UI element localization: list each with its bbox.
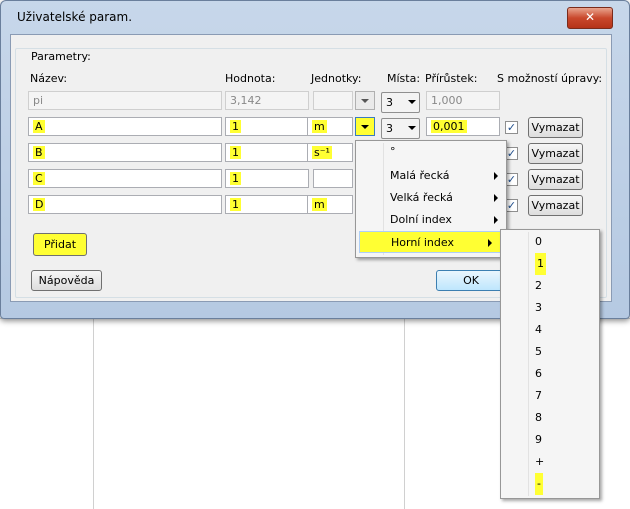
unit-field[interactable]: s⁻¹ <box>307 143 353 162</box>
header-editable: S možností úpravy: <box>497 72 603 85</box>
delete-button[interactable]: Vymazat <box>528 117 583 138</box>
canvas-gridline <box>404 300 405 509</box>
value-field: 3,142 <box>225 91 309 110</box>
unit-dropdown-button[interactable] <box>355 117 375 136</box>
window-title: Uživatelské param. <box>17 10 133 24</box>
value-field[interactable]: 1 <box>225 117 309 136</box>
ok-button[interactable]: OK <box>436 270 506 291</box>
menu-item-uppercase-greek[interactable]: Velká řecká <box>356 187 506 209</box>
chevron-right-icon <box>494 172 498 180</box>
group-title: Parametry: <box>29 50 93 63</box>
chevron-down-icon <box>361 125 369 129</box>
chevron-right-icon <box>488 239 492 247</box>
name-field[interactable]: C <box>28 169 222 188</box>
superscript-option[interactable]: 5 <box>501 341 599 363</box>
superscript-option[interactable]: 8 <box>501 407 599 429</box>
chevron-down-icon <box>408 126 416 130</box>
name-field[interactable]: B <box>28 143 222 162</box>
header-name: Název: <box>30 72 68 85</box>
header-units: Jednotky: <box>311 72 362 85</box>
superscript-option[interactable]: 2 <box>501 275 599 297</box>
editable-checkbox[interactable]: ✓ <box>505 121 518 134</box>
superscript-option[interactable]: 7 <box>501 385 599 407</box>
header-increment: Přírůstek: <box>425 72 478 85</box>
name-field[interactable]: A <box>28 117 222 136</box>
unit-field[interactable]: m <box>307 195 353 214</box>
menu-item-subscript[interactable]: Dolní index <box>356 209 506 231</box>
chevron-down-icon <box>408 100 416 104</box>
add-button[interactable]: Přidat <box>33 233 87 256</box>
menu-item-lowercase-greek[interactable]: Malá řecká <box>356 165 506 187</box>
chevron-right-icon <box>494 194 498 202</box>
unit-field[interactable] <box>313 169 353 188</box>
delete-button[interactable]: Vymazat <box>528 143 583 164</box>
chevron-right-icon <box>494 216 498 224</box>
places-select[interactable]: 3 <box>381 92 420 113</box>
superscript-option[interactable]: 6 <box>501 363 599 385</box>
units-context-menu: ° Malá řecká Velká řecká Dolní index Hor… <box>355 140 507 258</box>
header-value: Hodnota: <box>225 72 276 85</box>
name-field[interactable]: D <box>28 195 222 214</box>
unit-field[interactable]: m <box>307 117 353 136</box>
superscript-option[interactable]: 1 <box>501 253 599 275</box>
superscript-option[interactable]: 3 <box>501 297 599 319</box>
unit-dropdown-button <box>355 91 375 110</box>
header-places: Místa: <box>387 72 421 85</box>
canvas-gridline <box>93 300 94 509</box>
superscript-option[interactable]: 4 <box>501 319 599 341</box>
increment-field[interactable]: 0,001 <box>426 117 500 136</box>
name-field: pi <box>28 91 222 110</box>
value-field[interactable]: 1 <box>225 169 309 188</box>
superscript-submenu: 0 1 2 3 4 5 6 7 8 9 + - <box>500 229 600 499</box>
value-field[interactable]: 1 <box>225 143 309 162</box>
unit-field <box>313 91 353 110</box>
close-button[interactable]: ✕ <box>567 7 613 29</box>
delete-button[interactable]: Vymazat <box>528 195 583 216</box>
superscript-option[interactable]: - <box>501 473 599 495</box>
delete-button[interactable]: Vymazat <box>528 169 583 190</box>
close-icon: ✕ <box>584 10 596 24</box>
value-field[interactable]: 1 <box>225 195 309 214</box>
menu-item-superscript[interactable]: Horní index <box>359 231 501 253</box>
places-select[interactable]: 3 <box>381 118 420 139</box>
help-button[interactable]: Nápověda <box>31 270 102 291</box>
chevron-down-icon <box>361 99 369 103</box>
superscript-option[interactable]: 0 <box>501 231 599 253</box>
superscript-option[interactable]: + <box>501 451 599 473</box>
menu-item-degree[interactable]: ° <box>356 141 506 163</box>
increment-field: 1,000 <box>426 91 500 110</box>
superscript-option[interactable]: 9 <box>501 429 599 451</box>
